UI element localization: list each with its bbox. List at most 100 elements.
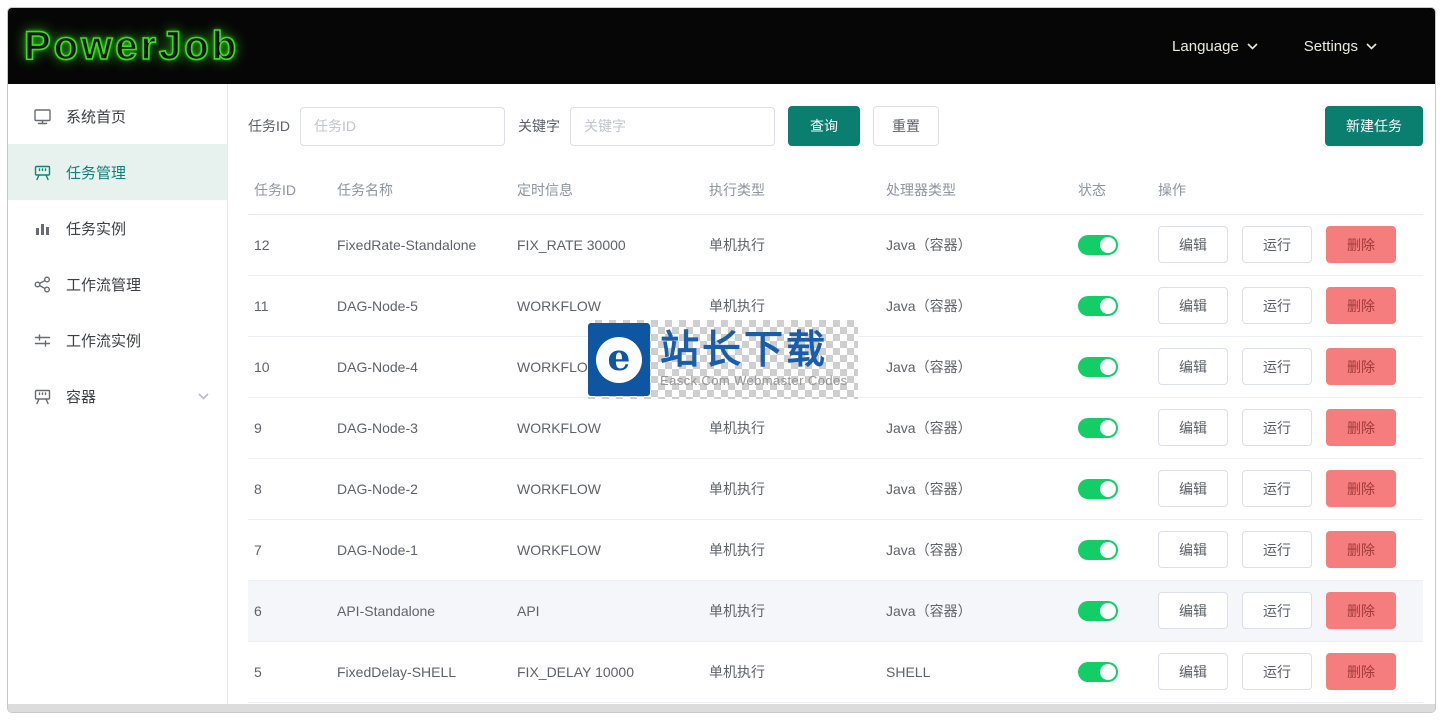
keyword-input[interactable] (570, 107, 775, 146)
sidebar-item-label: 工作流管理 (66, 274, 141, 295)
schedule-cell: WORKFLOW (517, 519, 709, 580)
job-id-cell: 6 (248, 580, 337, 641)
settings-menu[interactable]: Settings (1304, 38, 1377, 55)
toggle-knob (1100, 359, 1116, 375)
query-button[interactable]: 查询 (788, 106, 860, 146)
sidebar-item-label: 系统首页 (66, 106, 126, 127)
job-name-cell: API-Standalone (337, 580, 517, 641)
processor-type-cell: Java（容器） (886, 519, 1078, 580)
delete-button[interactable]: 删除 (1326, 409, 1396, 446)
table-row[interactable]: 8 DAG-Node-2 WORKFLOW 单机执行 Java（容器） 编辑 运… (248, 458, 1423, 519)
job-name-cell: DAG-Node-2 (337, 458, 517, 519)
job-id-cell: 8 (248, 458, 337, 519)
status-toggle[interactable] (1078, 540, 1118, 560)
job-name-cell: DAG-Node-1 (337, 519, 517, 580)
watermark-logo-circle: e (596, 337, 642, 383)
watermark: e 站长下载 Easck.Com Webmaster Codes (588, 320, 858, 399)
status-toggle[interactable] (1078, 479, 1118, 499)
powerjob-logo: PowerJob (24, 24, 239, 69)
delete-button[interactable]: 删除 (1326, 653, 1396, 690)
status-toggle[interactable] (1078, 662, 1118, 682)
chevron-down-icon (1247, 43, 1258, 50)
edit-button[interactable]: 编辑 (1158, 409, 1228, 446)
sidebar-item-label: 容器 (66, 386, 96, 407)
job-name-cell: FixedDelay-SHELL (337, 641, 517, 702)
sidebar-item-home[interactable]: 系统首页 (8, 88, 227, 144)
column-header-job-id: 任务ID (248, 167, 337, 214)
job-name-cell: DAG-Node-4 (337, 336, 517, 397)
status-toggle[interactable] (1078, 296, 1118, 316)
status-toggle[interactable] (1078, 235, 1118, 255)
edit-button[interactable]: 编辑 (1158, 470, 1228, 507)
schedule-cell: WORKFLOW (517, 458, 709, 519)
status-toggle[interactable] (1078, 418, 1118, 438)
chevron-down-icon (198, 393, 209, 400)
edit-button[interactable]: 编辑 (1158, 226, 1228, 263)
board-icon (33, 387, 52, 406)
watermark-texts: 站长下载 Easck.Com Webmaster Codes (660, 331, 848, 388)
sidebar: 系统首页 任务管理 任务实例 工作流管理 (8, 84, 228, 706)
run-button[interactable]: 运行 (1242, 348, 1312, 385)
edit-button[interactable]: 编辑 (1158, 592, 1228, 629)
create-job-button[interactable]: 新建任务 (1325, 106, 1423, 146)
run-button[interactable]: 运行 (1242, 226, 1312, 263)
edit-button[interactable]: 编辑 (1158, 348, 1228, 385)
sidebar-item-workflow-management[interactable]: 工作流管理 (8, 256, 227, 312)
table-row[interactable]: 12 FixedRate-Standalone FIX_RATE 30000 单… (248, 214, 1423, 275)
sidebar-item-job-management[interactable]: 任务管理 (8, 144, 227, 200)
table-row[interactable]: 9 DAG-Node-3 WORKFLOW 单机执行 Java（容器） 编辑 运… (248, 397, 1423, 458)
sidebar-item-job-instances[interactable]: 任务实例 (8, 200, 227, 256)
edit-button[interactable]: 编辑 (1158, 653, 1228, 690)
table-row[interactable]: 6 API-Standalone API 单机执行 Java（容器） 编辑 运行… (248, 580, 1423, 641)
table-row[interactable]: 5 FixedDelay-SHELL FIX_DELAY 10000 单机执行 … (248, 641, 1423, 702)
table-row[interactable]: 7 DAG-Node-1 WORKFLOW 单机执行 Java（容器） 编辑 运… (248, 519, 1423, 580)
schedule-cell: FIX_DELAY 10000 (517, 641, 709, 702)
column-header-exec-type: 执行类型 (709, 167, 886, 214)
exec-type-cell: 单机执行 (709, 519, 886, 580)
run-button[interactable]: 运行 (1242, 531, 1312, 568)
run-button[interactable]: 运行 (1242, 409, 1312, 446)
share-icon (33, 275, 52, 294)
column-header-processor-type: 处理器类型 (886, 167, 1078, 214)
job-id-input[interactable] (300, 107, 505, 146)
sliders-icon (33, 331, 52, 350)
processor-type-cell: Java（容器） (886, 275, 1078, 336)
sidebar-item-workflow-instances[interactable]: 工作流实例 (8, 312, 227, 368)
run-button[interactable]: 运行 (1242, 592, 1312, 629)
delete-button[interactable]: 删除 (1326, 592, 1396, 629)
job-id-label: 任务ID (248, 116, 290, 136)
run-button[interactable]: 运行 (1242, 287, 1312, 324)
processor-type-cell: SHELL (886, 641, 1078, 702)
header-menus: Language Settings (1172, 38, 1377, 55)
edit-button[interactable]: 编辑 (1158, 531, 1228, 568)
processor-type-cell: Java（容器） (886, 580, 1078, 641)
table-header-row: 任务ID 任务名称 定时信息 执行类型 处理器类型 状态 操作 (248, 167, 1423, 214)
horizontal-scrollbar[interactable] (8, 704, 1435, 712)
job-id-cell: 12 (248, 214, 337, 275)
reset-button[interactable]: 重置 (873, 106, 939, 146)
edit-button[interactable]: 编辑 (1158, 287, 1228, 324)
status-toggle[interactable] (1078, 601, 1118, 621)
run-button[interactable]: 运行 (1242, 470, 1312, 507)
status-toggle[interactable] (1078, 357, 1118, 377)
delete-button[interactable]: 删除 (1326, 531, 1396, 568)
toggle-knob (1100, 237, 1116, 253)
delete-button[interactable]: 删除 (1326, 348, 1396, 385)
watermark-title: 站长下载 (660, 331, 848, 370)
column-header-status: 状态 (1078, 167, 1158, 214)
language-menu[interactable]: Language (1172, 38, 1258, 55)
toggle-knob (1100, 603, 1116, 619)
toggle-knob (1100, 542, 1116, 558)
sidebar-item-container[interactable]: 容器 (8, 368, 227, 424)
delete-button[interactable]: 删除 (1326, 470, 1396, 507)
job-id-cell: 9 (248, 397, 337, 458)
toggle-knob (1100, 420, 1116, 436)
delete-button[interactable]: 删除 (1326, 287, 1396, 324)
exec-type-cell: 单机执行 (709, 580, 886, 641)
run-button[interactable]: 运行 (1242, 653, 1312, 690)
column-header-schedule: 定时信息 (517, 167, 709, 214)
app-window: PowerJob Language Settings 系统首页 (7, 7, 1436, 713)
job-id-cell: 5 (248, 641, 337, 702)
exec-type-cell: 单机执行 (709, 214, 886, 275)
delete-button[interactable]: 删除 (1326, 226, 1396, 263)
